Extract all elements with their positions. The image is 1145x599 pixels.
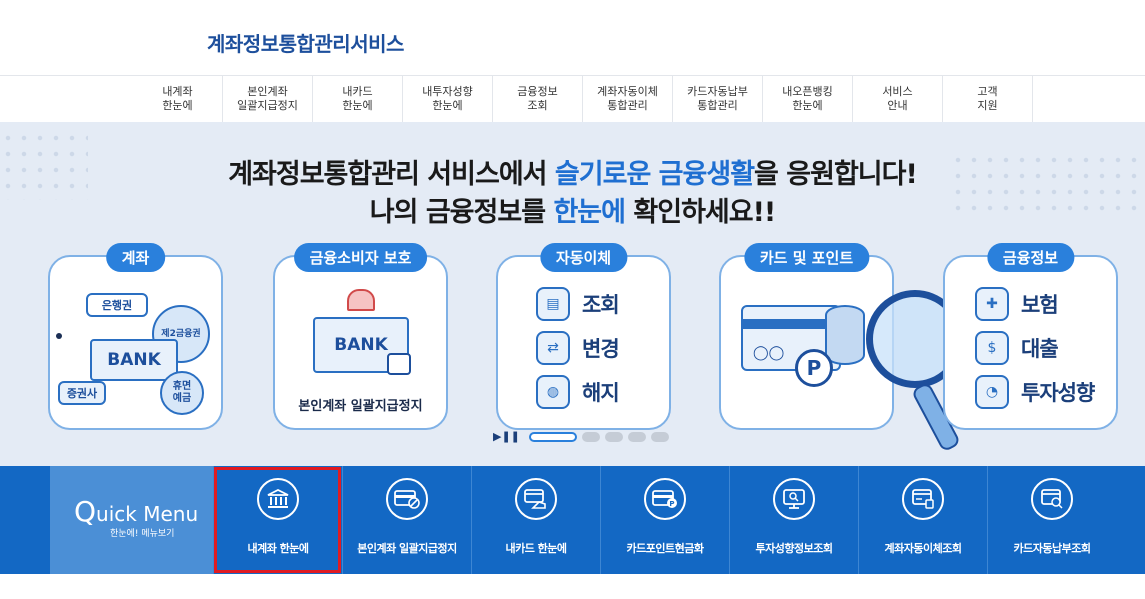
card-account-tag: 계좌 — [105, 243, 166, 272]
decor-dot — [56, 333, 62, 339]
auto-item-cancel: 해지 — [582, 381, 620, 405]
nav-item-my-card[interactable]: 내카드 한눈에 — [313, 76, 403, 122]
card-consumer-protection[interactable]: 금융소비자 보호 BANK 본인계좌 일괄지급정지 — [273, 243, 448, 430]
card-hand-icon — [515, 478, 557, 520]
bank-building-icon — [257, 478, 299, 520]
pager-dot-5[interactable] — [650, 431, 669, 442]
slider-pager: ▶❚❚ — [493, 430, 669, 443]
quick-item-account-stop[interactable]: 본인계좌 일괄지급정지 — [342, 466, 471, 574]
auto-item-change: 변경 — [582, 337, 620, 361]
card-points-tag: 카드 및 포인트 — [743, 243, 870, 272]
monitor-search-icon — [773, 478, 815, 520]
nav-item-card-autopay[interactable]: 카드자동납부 통합관리 — [673, 76, 763, 122]
shield-cross-icon: ✚ — [975, 287, 1009, 321]
quick-menu-bar: Quick Menu 한눈에! 메뉴보기 내계좌 한눈에 본인계좌 일괄지급정지… — [0, 466, 1145, 574]
quick-item-card-autopay[interactable]: 카드자동납부조회 — [987, 466, 1116, 574]
nav-item-service-guide[interactable]: 서비스 안내 — [853, 76, 943, 122]
pager-dot-4[interactable] — [627, 431, 646, 442]
nav-item-support[interactable]: 고객 지원 — [943, 76, 1033, 122]
nav-item-my-account[interactable]: 내계좌 한눈에 — [133, 76, 223, 122]
bank-label: BANK — [90, 339, 178, 381]
main-nav: 내계좌 한눈에 본인계좌 일괄지급정지 내카드 한눈에 내투자성향 한눈에 금융정보 조회… — [133, 76, 1033, 122]
card-fininfo-tag: 금융정보 — [986, 243, 1075, 272]
quick-menu-title: Quick Menu 한눈에! 메뉴보기 — [50, 466, 213, 574]
nav-item-fin-info[interactable]: 금융정보 조회 — [493, 76, 583, 122]
fin-item-insurance: 보험 — [1021, 293, 1059, 317]
bubble-bank: 은행권 — [86, 293, 148, 317]
hero-banner: 계좌정보통합관리 서비스에서 슬기로운 금융생활을 응원합니다! 나의 금융정보… — [0, 122, 1145, 466]
nav-item-auto-transfer[interactable]: 계좌자동이체 통합관리 — [583, 76, 673, 122]
pager-dot-1[interactable] — [528, 431, 577, 442]
card-protect-tag: 금융소비자 보호 — [293, 243, 428, 272]
card-financial-info[interactable]: 금융정보 ✚ 보험 $ 대출 ◔ 투자성향 — [943, 243, 1118, 430]
pager-dot-3[interactable] — [604, 431, 623, 442]
hero-subheadline: 나의 금융정보를 한눈에 확인하세요!! — [369, 197, 776, 228]
site-logo[interactable]: 계좌정보통합관리서비스 — [207, 28, 404, 57]
card-point-icon: P — [644, 478, 686, 520]
card-account[interactable]: 계좌 은행권 제2금융권 BANK 증권사 휴면 예금 — [48, 243, 223, 430]
card-block-icon — [386, 478, 428, 520]
site-header: 계좌정보통합관리서비스 — [0, 0, 1145, 76]
quick-item-auto-transfer[interactable]: 계좌자동이체조회 — [858, 466, 987, 574]
card-auto-transfer[interactable]: 자동이체 ▤ 조회 ⇄ 변경 ◍ 해지 — [496, 243, 671, 430]
siren-icon — [347, 289, 375, 311]
point-icon: P — [795, 349, 833, 387]
quick-q-glyph: Q — [74, 494, 97, 528]
protect-caption: 본인계좌 일괄지급정지 — [298, 399, 423, 414]
fin-item-investment: 투자성향 — [1021, 381, 1095, 405]
fin-item-loan: 대출 — [1021, 337, 1059, 361]
hero-headline: 계좌정보통합관리 서비스에서 슬기로운 금융생활을 응원합니다! — [228, 159, 918, 190]
circle-dormant-deposit: 휴면 예금 — [160, 371, 204, 415]
nav-item-investment[interactable]: 내투자성향 한눈에 — [403, 76, 493, 122]
piggy-bank-icon: ◍ — [536, 375, 570, 409]
pager-dot-2[interactable] — [581, 431, 600, 442]
auto-item-inquiry: 조회 — [582, 293, 620, 317]
pie-chart-icon: ◔ — [975, 375, 1009, 409]
card-stack-icon — [902, 478, 944, 520]
nav-item-open-banking[interactable]: 내오픈뱅킹 한눈에 — [763, 76, 853, 122]
card-auto-tag: 자동이체 — [539, 243, 628, 272]
bubble-securities: 증권사 — [58, 381, 106, 405]
hand-money-icon: $ — [975, 331, 1009, 365]
exchange-icon: ⇄ — [536, 331, 570, 365]
quick-menu-subtitle: 한눈에! 메뉴보기 — [110, 528, 175, 539]
svg-text:P: P — [669, 500, 674, 508]
play-pause-button[interactable]: ▶❚❚ — [493, 430, 520, 443]
coin-stack-icon — [825, 305, 865, 365]
document-search-icon: ▤ — [536, 287, 570, 321]
quick-item-card-point[interactable]: P 카드포인트현금화 — [600, 466, 729, 574]
quick-item-my-account[interactable]: 내계좌 한눈에 — [213, 466, 342, 574]
lock-icon — [387, 353, 411, 375]
nav-item-account-stop[interactable]: 본인계좌 일괄지급정지 — [223, 76, 313, 122]
card-search-icon — [1031, 478, 1073, 520]
quick-item-investment[interactable]: 투자성향정보조회 — [729, 466, 858, 574]
quick-item-my-card[interactable]: 내카드 한눈에 — [471, 466, 600, 574]
